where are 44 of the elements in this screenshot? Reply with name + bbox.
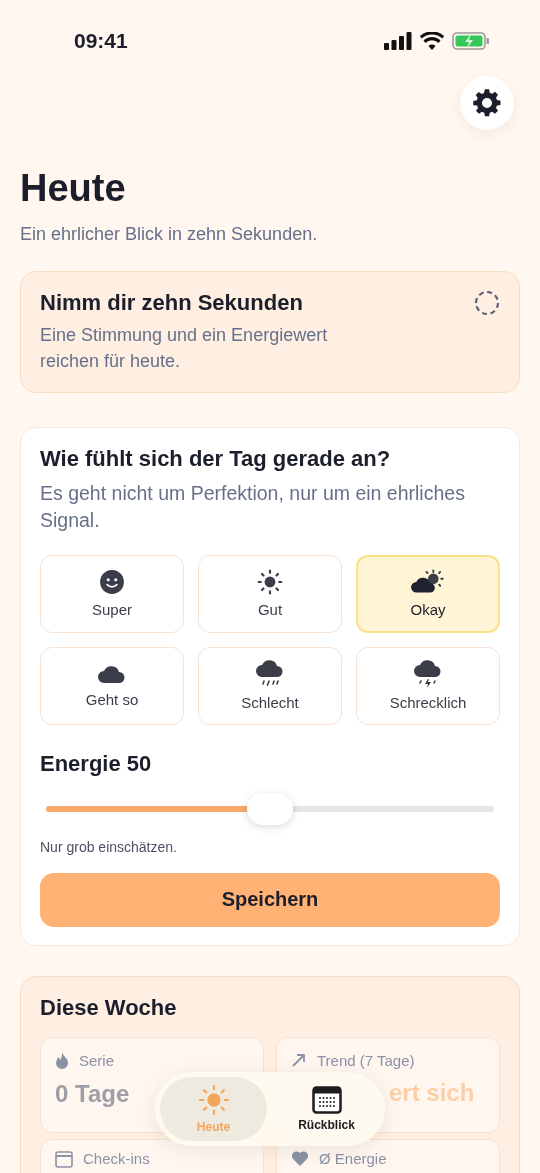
settings-icon bbox=[472, 88, 502, 118]
calendar-icon bbox=[311, 1086, 342, 1114]
question-hint: Es geht nicht um Perfektion, nur um ein ehrliches Signal. bbox=[40, 481, 466, 534]
week-title: Diese Woche bbox=[40, 994, 178, 1021]
wifi-icon bbox=[420, 32, 444, 50]
cloud-icon bbox=[97, 663, 127, 686]
save-button[interactable]: Speichern bbox=[40, 872, 500, 927]
stat-label: Trend (7 Tage) bbox=[317, 1051, 415, 1069]
mood-option[interactable]: Okay bbox=[356, 554, 500, 633]
heart-icon bbox=[291, 1150, 309, 1167]
stat-label: Serie bbox=[79, 1052, 115, 1070]
settings-button[interactable] bbox=[460, 76, 514, 130]
sun-behind-cloud-icon bbox=[410, 569, 446, 596]
battery-icon bbox=[452, 32, 490, 50]
energy-slider[interactable] bbox=[46, 792, 494, 825]
energy-hint: Nur grob einschätzen. bbox=[40, 838, 178, 855]
mood-option[interactable]: Schlecht bbox=[198, 646, 342, 725]
card-title: Nimm dir zehn Sekunden bbox=[40, 289, 304, 316]
stat-label: Check-ins bbox=[83, 1150, 150, 1168]
mood-option[interactable]: Super bbox=[40, 554, 184, 633]
page-title: Heute bbox=[20, 168, 127, 210]
tab[interactable]: Rückblick bbox=[273, 1077, 380, 1141]
signal-icon bbox=[384, 32, 412, 50]
stat-label: Ø Energie bbox=[319, 1149, 387, 1167]
storm-cloud-icon bbox=[413, 660, 443, 689]
status-time: 09:41 bbox=[74, 29, 128, 53]
mood-option[interactable]: Schrecklich bbox=[356, 646, 500, 725]
mood-option[interactable]: Gut bbox=[198, 554, 342, 633]
slider-thumb[interactable] bbox=[247, 792, 293, 825]
question-title: Wie fühlt sich der Tag gerade an? bbox=[40, 446, 392, 472]
stat-value: 0 Tage bbox=[55, 1079, 130, 1108]
sun-icon bbox=[257, 569, 283, 596]
dashed-circle-icon bbox=[474, 289, 500, 316]
rain-cloud-icon bbox=[255, 660, 285, 689]
mood-option[interactable]: Geht so bbox=[40, 646, 184, 725]
trend-arrow-icon bbox=[291, 1052, 307, 1069]
page-subtitle: Ein ehrlicher Blick in zehn Sekunden. bbox=[20, 223, 319, 245]
flame-icon bbox=[55, 1051, 69, 1070]
card-text: Eine Stimmung und ein Energiewert reichen für heute. bbox=[40, 323, 329, 373]
energy-label: Energie 50 bbox=[40, 750, 153, 777]
calendar-icon bbox=[55, 1149, 73, 1168]
smiley-icon bbox=[99, 569, 125, 596]
stat-value: ert sich bbox=[389, 1078, 475, 1107]
sun-icon bbox=[197, 1084, 230, 1116]
